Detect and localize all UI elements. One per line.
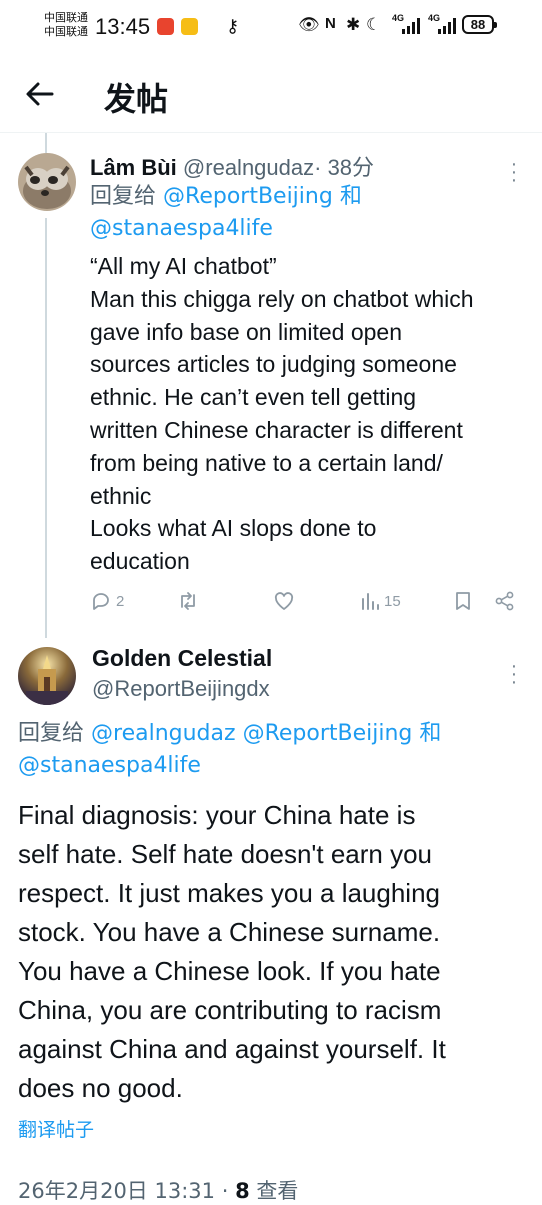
- comment-icon: [93, 593, 109, 610]
- reply-prefix: 回复给: [90, 184, 157, 209]
- thread-connector: [45, 218, 47, 638]
- text-line: ethnic: [90, 482, 152, 509]
- text-line: gave info base on limited open: [90, 318, 402, 345]
- signal-2-icon: [438, 16, 456, 34]
- post-date: 26年2月20日: [18, 1179, 148, 1203]
- bluetooth-icon: ✱: [346, 15, 361, 34]
- text-line: education: [90, 548, 190, 575]
- header-divider: [0, 132, 542, 133]
- eye-icon: 👁: [298, 15, 320, 34]
- views-count: 15: [384, 592, 401, 610]
- text-line: “All my AI chatbot”: [90, 253, 277, 279]
- text-line: stock. You have a Chinese surname.: [18, 917, 441, 947]
- text-line: Final diagnosis: your China hate is: [18, 800, 416, 830]
- status-bar: 中国联通 中国联通 13:45 ⚷ 👁 N ✱ ☾ 4G 4G 88: [0, 0, 542, 52]
- reply-prefix: 回复给: [18, 721, 85, 746]
- translate-post-link[interactable]: 翻译帖子: [18, 1115, 94, 1142]
- mention-link[interactable]: @stanaespa4life: [90, 216, 273, 241]
- post-meta: 26年2月20日 13:31 · 8 查看: [18, 1179, 299, 1203]
- timestamp: · 38分: [314, 155, 375, 180]
- handle[interactable]: @ReportBeijingdx: [92, 676, 270, 702]
- tweet-text: “All my AI chatbot” Man this chigga rely…: [90, 250, 530, 578]
- display-name[interactable]: Golden Celestial: [92, 645, 272, 672]
- key-icon: ⚷: [226, 16, 240, 36]
- text-line: respect. It just makes you a laughing: [18, 878, 441, 908]
- carrier-1: 中国联通: [44, 12, 88, 24]
- text-line: from being native to a certain land/: [90, 449, 443, 476]
- reply-button[interactable]: 2: [90, 590, 124, 612]
- golden-temple-avatar-icon: [18, 647, 76, 705]
- mention-link[interactable]: @ReportBeijing: [163, 184, 333, 209]
- status-time: 13:45: [95, 14, 151, 39]
- tweet-actions: 2 15: [90, 590, 530, 620]
- mail-notification-icon: [181, 18, 198, 35]
- carrier-2: 中国联通: [44, 26, 88, 38]
- raccoon-avatar-icon: [18, 153, 76, 211]
- thread-connector-top: [45, 133, 47, 153]
- tweet-header: Lâm Bùi @realngudaz· 38分: [90, 150, 374, 182]
- mention-link[interactable]: @realngudaz: [91, 721, 236, 746]
- retweet-icon: [181, 592, 195, 610]
- post-time: 13:31: [154, 1179, 216, 1203]
- signal-1-icon: [402, 16, 420, 34]
- text-line: You have a Chinese look. If you hate: [18, 956, 441, 986]
- bar-chart-icon: [362, 593, 379, 610]
- avatar[interactable]: [18, 153, 76, 211]
- text-line: Looks what AI slops done to: [90, 515, 377, 542]
- nfc-icon: N: [325, 15, 336, 32]
- mention-link[interactable]: @ReportBeijing: [243, 721, 413, 746]
- reply-count: 2: [116, 592, 125, 610]
- text-line: ethnic. He can’t even tell getting: [90, 384, 417, 411]
- text-line: against China and against yourself. It: [18, 1034, 446, 1064]
- display-name[interactable]: Lâm Bùi: [90, 155, 177, 180]
- bookmark-button[interactable]: [453, 590, 473, 612]
- top-bar: 发帖: [0, 52, 542, 132]
- text-line: self hate. Self hate doesn't earn you: [18, 839, 433, 869]
- tweet-text: Final diagnosis: your China hate is self…: [18, 796, 533, 1108]
- carrier-labels: 中国联通 中国联通: [44, 11, 88, 39]
- back-button[interactable]: [22, 76, 62, 112]
- mention-link[interactable]: @stanaespa4life: [18, 753, 201, 778]
- handle[interactable]: @realngudaz: [183, 155, 314, 180]
- page-title: 发帖: [104, 80, 169, 118]
- text-line: does no good.: [18, 1073, 183, 1103]
- share-button[interactable]: [494, 590, 516, 612]
- heart-icon: [274, 592, 294, 610]
- reply-and: 和: [339, 184, 362, 209]
- more-options-icon[interactable]: · · ·: [507, 656, 521, 692]
- views-label: 查看: [256, 1179, 299, 1203]
- app-notification-icon: [157, 18, 174, 35]
- share-icon: [495, 591, 514, 611]
- views-button[interactable]: 15: [360, 590, 401, 612]
- moon-icon: ☾: [366, 15, 382, 34]
- reply-context: 回复给 @realngudaz @ReportBeijing 和 @stanae…: [18, 718, 528, 782]
- avatar[interactable]: [18, 647, 76, 705]
- like-button[interactable]: [273, 590, 295, 612]
- retweet-button[interactable]: [176, 590, 200, 612]
- bookmark-icon: [456, 592, 470, 610]
- back-arrow-icon: [26, 82, 54, 106]
- text-line: sources articles to judging someone: [90, 351, 457, 378]
- battery-level: 88: [462, 15, 497, 34]
- text-line: Man this chigga rely on chatbot which: [90, 285, 474, 312]
- text-line: China, you are contributing to racism: [18, 995, 442, 1025]
- views-count: 8: [235, 1179, 250, 1203]
- reply-and: 和: [419, 721, 442, 746]
- reply-context: 回复给 @ReportBeijing 和 @stanaespa4life: [90, 181, 520, 245]
- text-line: written Chinese character is different: [90, 416, 463, 443]
